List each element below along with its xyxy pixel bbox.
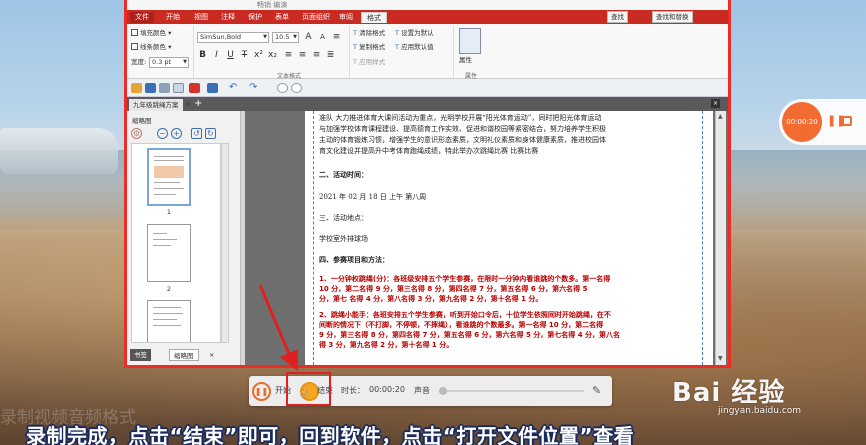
video-subtitle: 录制完成，点击“结束”即可，回到软件，点击“打开文件位置”查看 [26, 424, 635, 445]
recording-timer: 00:00:20 [782, 102, 822, 142]
volume-label: 声音 [414, 386, 430, 395]
background-boat [0, 128, 118, 174]
recording-region-frame [124, 0, 731, 368]
pen-icon[interactable]: ✎ [592, 384, 601, 397]
floating-recorder: 00:00:20 ❚❚ [779, 99, 866, 145]
pause-button[interactable]: ❚❚ [252, 382, 271, 401]
duration-label: 时长： [341, 386, 365, 395]
highlight-box: ☝ [286, 372, 331, 406]
volume-slider[interactable] [439, 387, 584, 395]
volume-slider-knob[interactable] [439, 387, 447, 395]
duration-value: 00:00:20 [369, 385, 405, 394]
stop-icon[interactable] [842, 116, 852, 126]
arrow-shaft [258, 284, 294, 362]
watermark-url: jingyan.baidu.com [718, 406, 802, 416]
red-arrow-annotation [258, 284, 298, 371]
hand-cursor-icon: ☝ [300, 386, 308, 400]
baidu-jingyan-logo: Bai 经验 [672, 378, 786, 408]
